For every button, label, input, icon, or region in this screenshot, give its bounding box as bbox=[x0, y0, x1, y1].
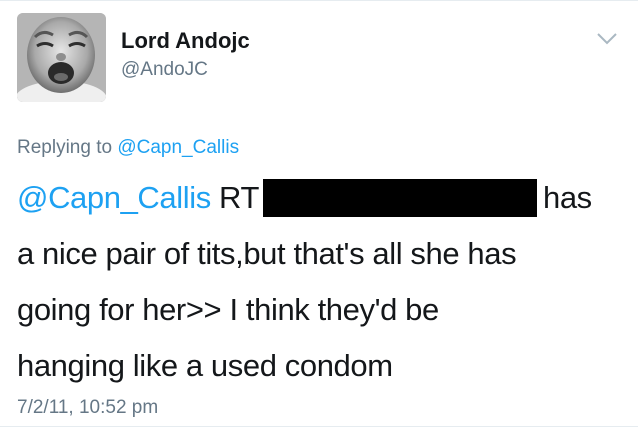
tweet-line-4: hanging like a used condom bbox=[17, 348, 393, 383]
display-name[interactable]: Lord Andojc bbox=[121, 28, 250, 54]
tweet-line-1: @Capn_Callis RT has bbox=[17, 170, 629, 226]
tweet-text-after-redaction: has bbox=[543, 180, 592, 215]
tweet-line-2: a nice pair of tits,but that's all she h… bbox=[17, 236, 517, 271]
tweet-timestamp[interactable]: 7/2/11, 10:52 pm bbox=[17, 396, 158, 420]
user-handle[interactable]: @AndoJC bbox=[121, 58, 208, 82]
tweet-rt-text: RT bbox=[219, 180, 259, 215]
crying-baby-avatar-icon bbox=[17, 13, 106, 102]
replying-to-line: Replying to @Capn_Callis bbox=[17, 136, 239, 160]
top-divider bbox=[0, 0, 638, 1]
chevron-down-icon[interactable] bbox=[596, 32, 618, 46]
replying-to-mention-link[interactable]: @Capn_Callis bbox=[117, 137, 239, 158]
tweet-text: @Capn_Callis RT has a nice pair of tits,b… bbox=[17, 170, 629, 394]
replying-to-label: Replying to bbox=[17, 137, 113, 158]
tweet-mention-link[interactable]: @Capn_Callis bbox=[17, 180, 211, 215]
tweet-line-3: going for her>> I think they'd be bbox=[17, 292, 439, 327]
redaction-bar bbox=[263, 179, 537, 217]
avatar[interactable] bbox=[17, 13, 106, 102]
